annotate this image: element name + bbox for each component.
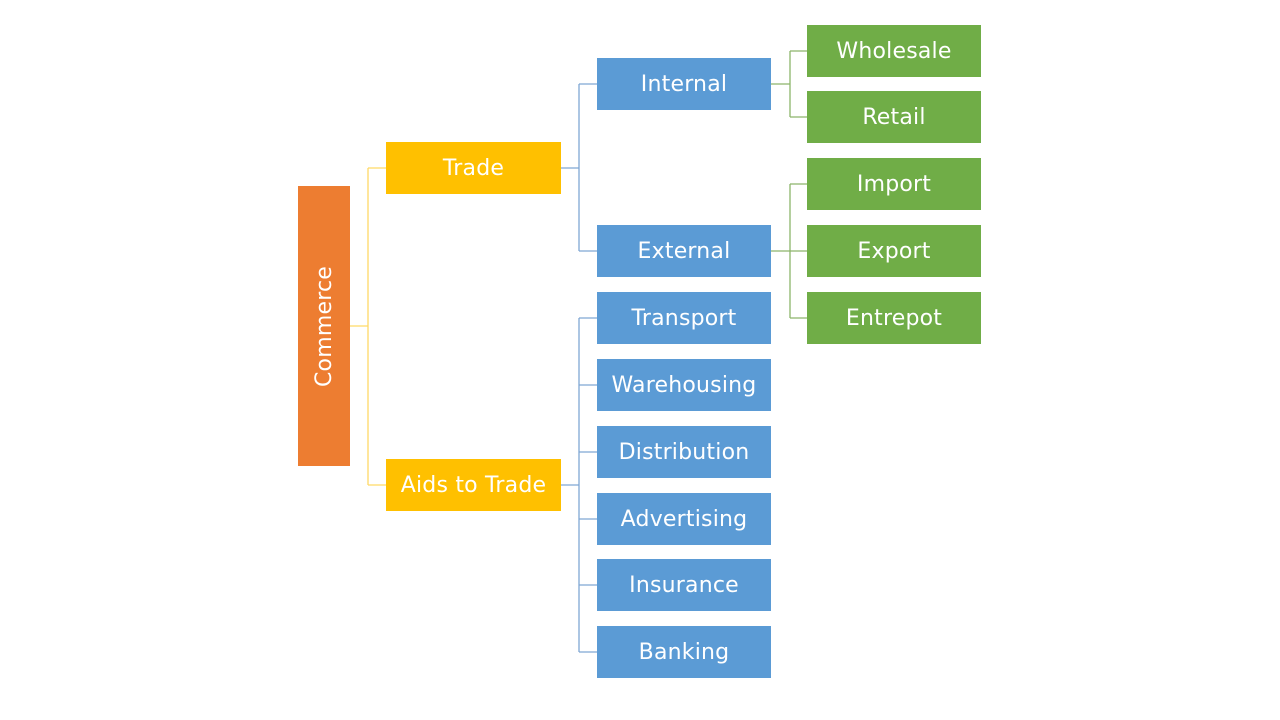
- node-insurance: Insurance: [597, 559, 771, 611]
- node-entrepot-label: Entrepot: [845, 305, 943, 331]
- connector-internal: [771, 50, 807, 118]
- node-banking-label: Banking: [638, 639, 730, 665]
- node-advertising-label: Advertising: [620, 506, 748, 532]
- node-transport-label: Transport: [631, 305, 737, 331]
- connector-aids: [561, 317, 597, 653]
- node-warehousing-label: Warehousing: [611, 372, 757, 398]
- node-commerce: Commerce: [298, 186, 350, 466]
- node-export-label: Export: [857, 238, 931, 264]
- node-entrepot: Entrepot: [807, 292, 981, 344]
- connector-commerce: [350, 167, 386, 486]
- node-export: Export: [807, 225, 981, 277]
- node-external: External: [597, 225, 771, 277]
- connector-trade: [561, 83, 597, 252]
- node-advertising: Advertising: [597, 493, 771, 545]
- hierarchy-diagram: Commerce Trade Aids to Trade Internal Ex…: [0, 0, 1280, 720]
- node-insurance-label: Insurance: [629, 572, 739, 598]
- node-retail: Retail: [807, 91, 981, 143]
- node-trade: Trade: [386, 142, 561, 194]
- node-distribution-label: Distribution: [618, 439, 750, 465]
- node-aids-to-trade-label: Aids to Trade: [400, 472, 547, 498]
- node-warehousing: Warehousing: [597, 359, 771, 411]
- node-trade-label: Trade: [442, 155, 505, 181]
- node-import: Import: [807, 158, 981, 210]
- node-distribution: Distribution: [597, 426, 771, 478]
- node-import-label: Import: [856, 171, 932, 197]
- node-aids-to-trade: Aids to Trade: [386, 459, 561, 511]
- node-internal-label: Internal: [640, 71, 728, 97]
- node-retail-label: Retail: [862, 104, 926, 130]
- node-commerce-label: Commerce: [311, 265, 337, 387]
- node-external-label: External: [637, 238, 731, 264]
- node-wholesale: Wholesale: [807, 25, 981, 77]
- node-wholesale-label: Wholesale: [836, 38, 952, 64]
- node-transport: Transport: [597, 292, 771, 344]
- node-banking: Banking: [597, 626, 771, 678]
- connector-external: [771, 183, 807, 319]
- node-internal: Internal: [597, 58, 771, 110]
